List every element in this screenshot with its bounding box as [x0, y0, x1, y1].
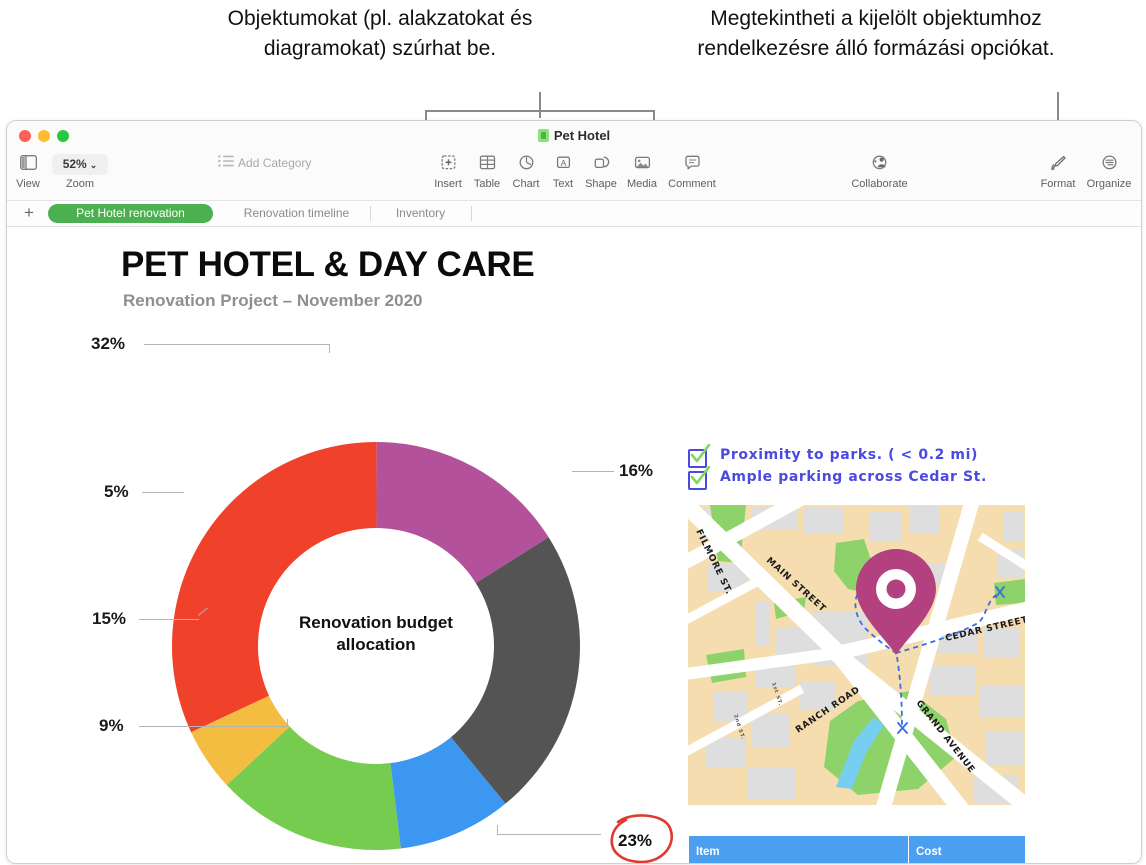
toolbar-comment-button[interactable]: Comment [663, 153, 721, 190]
tab-separator-1 [370, 206, 371, 221]
checkmark-icon [690, 466, 711, 485]
checklist-label-2: Ample parking across Cedar St. [720, 469, 987, 485]
pct-label-plumbing: 5% [104, 482, 129, 501]
sheet-tab-pet-hotel-renovation[interactable]: Pet Hotel renovation [48, 204, 213, 223]
pct-leader-fixtures [572, 471, 614, 472]
donut-center-line1: Renovation budget [299, 613, 453, 632]
window-titlebar: Pet Hotel [7, 121, 1141, 151]
organize-icon [1076, 155, 1141, 177]
document-canvas[interactable]: PET HOTEL & DAY CARE Renovation Project … [7, 227, 1141, 863]
svg-text:A: A [560, 158, 566, 168]
sheet-tab-bar: + Pet Hotel renovation Renovation timeli… [7, 201, 1141, 227]
document-title: Pet Hotel [7, 128, 1141, 143]
callout-format-options: Megtekintheti a kijelölt objektumhoz ren… [697, 7, 1055, 60]
pct-leader-labor [497, 834, 601, 835]
pct-label-design: 9% [99, 716, 124, 735]
pct-leader-flooring [139, 619, 199, 620]
toolbar-collaborate-button[interactable]: Collaborate [842, 153, 917, 190]
add-sheet-button[interactable]: + [20, 204, 38, 222]
pct-label-fixtures: 16% [619, 461, 654, 480]
toolbar-add-category-label: Add Category [238, 156, 312, 170]
callout-left-stem [539, 92, 541, 118]
comment-icon [663, 155, 721, 177]
document-icon [537, 129, 549, 142]
callout-left-bracket-top [425, 110, 655, 112]
toolbar-organize-label: Organize [1086, 178, 1132, 190]
pct-leader-plumbing [142, 492, 184, 493]
donut-center-label: Renovation budget allocation [170, 612, 582, 656]
pct-leader-design-tick [287, 719, 288, 727]
toolbar-zoom-label: Zoom [65, 178, 95, 190]
annotation-23-text: 23% [618, 831, 653, 850]
zoom-control[interactable]: 52% ⌄ [52, 154, 108, 175]
document-title-text: Pet Hotel [553, 128, 611, 143]
budget-table[interactable]: Item Cost Design consultation fees $1,50… [688, 835, 1026, 863]
pct-leader-design [139, 726, 287, 727]
map-svg: FILMORE ST. MAIN STREET CEDAR STREET GRA… [688, 505, 1025, 805]
table-header-item: Item [688, 835, 909, 863]
tab-separator-2 [471, 206, 472, 221]
pct-leader-cabinetry-tick [329, 344, 330, 353]
checklist-label-1: Proximity to parks. ( < 0.2 mi) [720, 447, 979, 463]
checkmark-icon [690, 444, 711, 463]
toolbar-collaborate-label: Collaborate [851, 178, 908, 190]
chevron-down-icon: ⌄ [89, 160, 98, 170]
table-header-row: Item Cost [688, 835, 1026, 863]
checklist-item: Ample parking across Cedar St. [688, 466, 1028, 491]
donut-center-line2: allocation [336, 635, 416, 654]
table-header-cost: Cost [908, 835, 1026, 863]
pct-label-cabinetry: 32% [91, 334, 126, 353]
handwritten-checklist: Proximity to parks. ( < 0.2 mi) Ample pa… [688, 444, 1028, 491]
toolbar-organize-button[interactable]: Organize [1076, 153, 1141, 190]
app-toolbar: View 52% ⌄ Zoom Add Category Insert Tabl… [7, 151, 1141, 201]
budget-donut-chart[interactable]: Renovation budget allocation [170, 440, 582, 852]
collaborate-icon [842, 155, 917, 177]
zoom-value: 52% [62, 157, 87, 171]
checklist-item: Proximity to parks. ( < 0.2 mi) [688, 444, 1028, 469]
numbers-app-window: Pet Hotel View 52% ⌄ Zoom Add Category I… [6, 120, 1142, 864]
toolbar-comment-label: Comment [668, 178, 716, 190]
sheet-tab-inventory[interactable]: Inventory [378, 204, 463, 223]
location-map-image[interactable]: FILMORE ST. MAIN STREET CEDAR STREET GRA… [688, 505, 1025, 805]
document-subheading: Renovation Project – November 2020 [123, 291, 423, 310]
document-heading: PET HOTEL & DAY CARE [121, 245, 535, 284]
sheet-tab-renovation-timeline[interactable]: Renovation timeline [229, 204, 364, 223]
annotation-23-percent: 23% [604, 812, 684, 863]
toolbar-add-category-button[interactable]: Add Category [207, 154, 322, 172]
pct-leader-cabinetry [144, 344, 329, 345]
toolbar-view-label: View [16, 178, 40, 190]
toolbar-view-button[interactable]: View [7, 153, 57, 190]
pct-leader-labor-tick [497, 825, 498, 834]
pct-label-flooring: 15% [92, 609, 127, 628]
callout-insert-objects: Objektumokat (pl. alakzatokat és diagram… [227, 7, 533, 60]
screenshot-root: Objektumokat (pl. alakzatokat és diagram… [0, 0, 1146, 865]
sidebar-icon [7, 155, 57, 177]
list-icon [217, 154, 238, 171]
